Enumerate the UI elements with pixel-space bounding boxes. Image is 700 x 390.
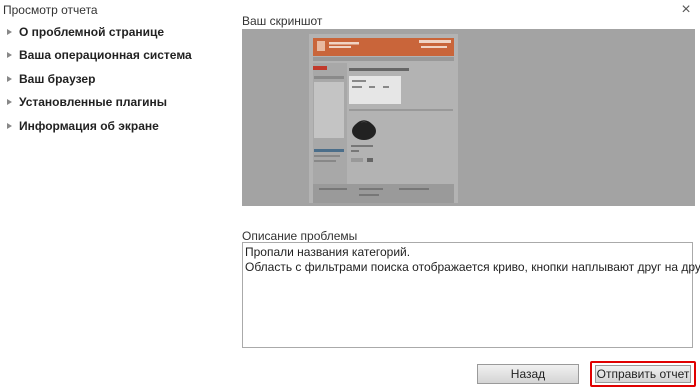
back-button[interactable]: Назад: [477, 364, 579, 384]
triangle-right-icon: [7, 75, 12, 82]
sidebar-item-os[interactable]: Ваша операционная система: [7, 44, 192, 68]
triangle-right-icon: [7, 122, 12, 129]
description-label: Описание проблемы: [242, 229, 358, 243]
screenshot-label: Ваш скриншот: [242, 14, 323, 28]
sidebar-item-label: Ваш браузер: [19, 71, 96, 86]
sidebar-item-label: О проблемной странице: [19, 24, 165, 39]
sidebar-item-problem-page[interactable]: О проблемной странице: [7, 20, 192, 44]
sidebar-item-label: Информация об экране: [19, 118, 159, 133]
screenshot-thumbnail-image: [309, 34, 458, 203]
screenshot-site-page: [309, 34, 458, 203]
close-icon[interactable]: ×: [679, 2, 693, 18]
sidebar-item-plugins[interactable]: Установленные плагины: [7, 91, 192, 115]
triangle-right-icon: [7, 52, 12, 59]
sidebar-nav: О проблемной странице Ваша операционная …: [7, 20, 192, 138]
sidebar-item-browser[interactable]: Ваш браузер: [7, 67, 192, 91]
sidebar-item-label: Установленные плагины: [19, 95, 168, 110]
sidebar-item-label: Ваша операционная система: [19, 48, 192, 63]
triangle-right-icon: [7, 28, 12, 35]
sidebar-item-screen-info[interactable]: Информация об экране: [7, 114, 192, 138]
description-line: Пропали названия категорий.: [245, 245, 411, 259]
send-button-highlight: Отправить отчет: [590, 361, 696, 387]
description-textarea[interactable]: Пропали названия категорий. Область с фи…: [242, 242, 700, 348]
description-line: Область с фильтрами поиска отображается …: [245, 260, 700, 274]
screenshot-preview[interactable]: [242, 29, 695, 206]
window-title: Просмотр отчета: [3, 3, 98, 17]
send-report-button[interactable]: Отправить отчет: [595, 365, 691, 383]
triangle-right-icon: [7, 99, 12, 106]
